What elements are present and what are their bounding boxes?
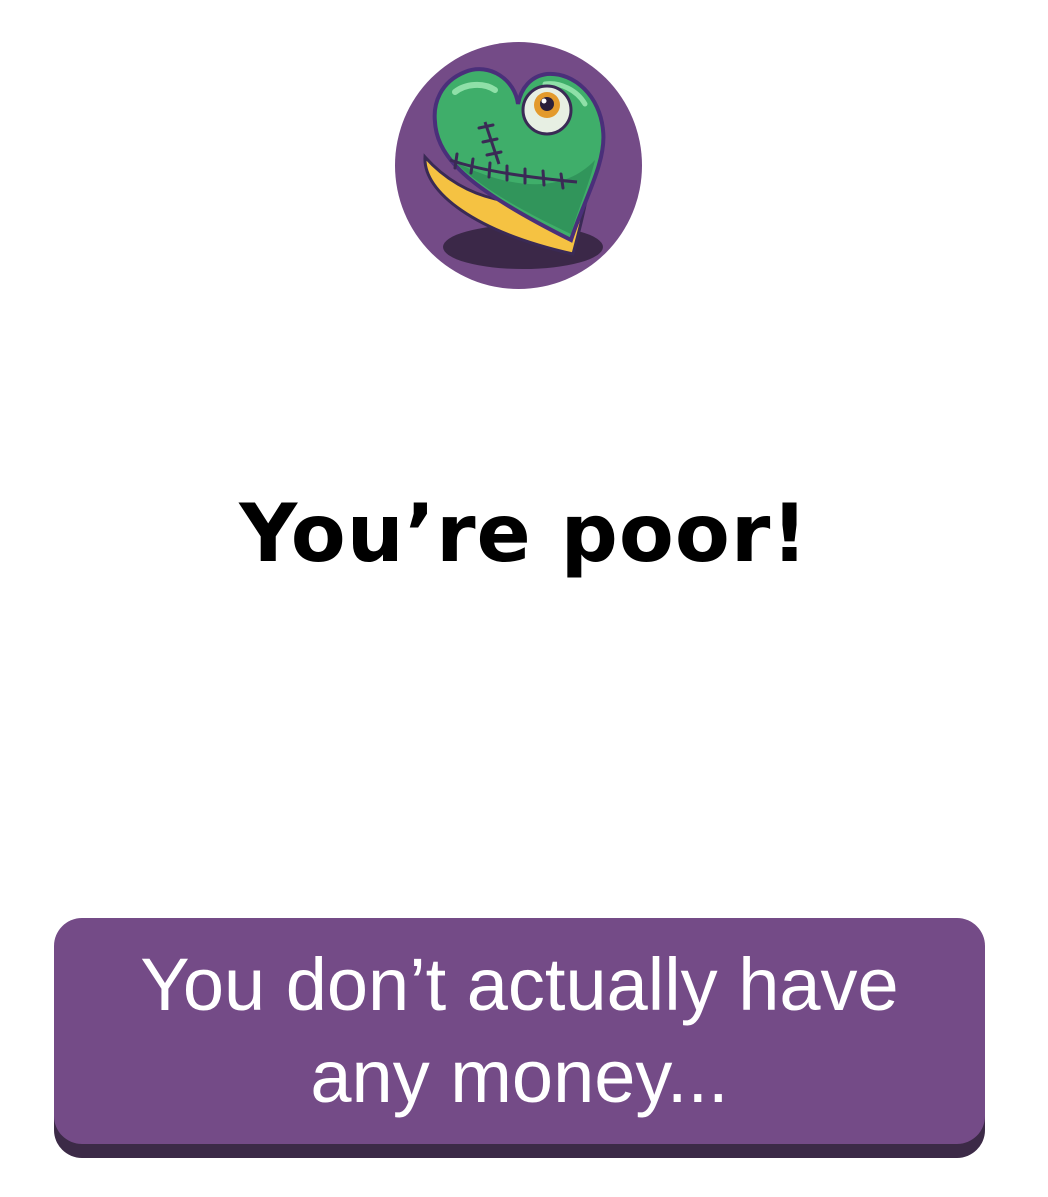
answer-button-label: You don’t actually have any money...	[140, 943, 899, 1118]
stitched-heart-monster-icon	[423, 67, 606, 269]
answer-button[interactable]: You don’t actually have any money...	[54, 918, 985, 1144]
page-title: You’re poor!	[239, 487, 809, 580]
avatar-badge	[395, 42, 642, 289]
